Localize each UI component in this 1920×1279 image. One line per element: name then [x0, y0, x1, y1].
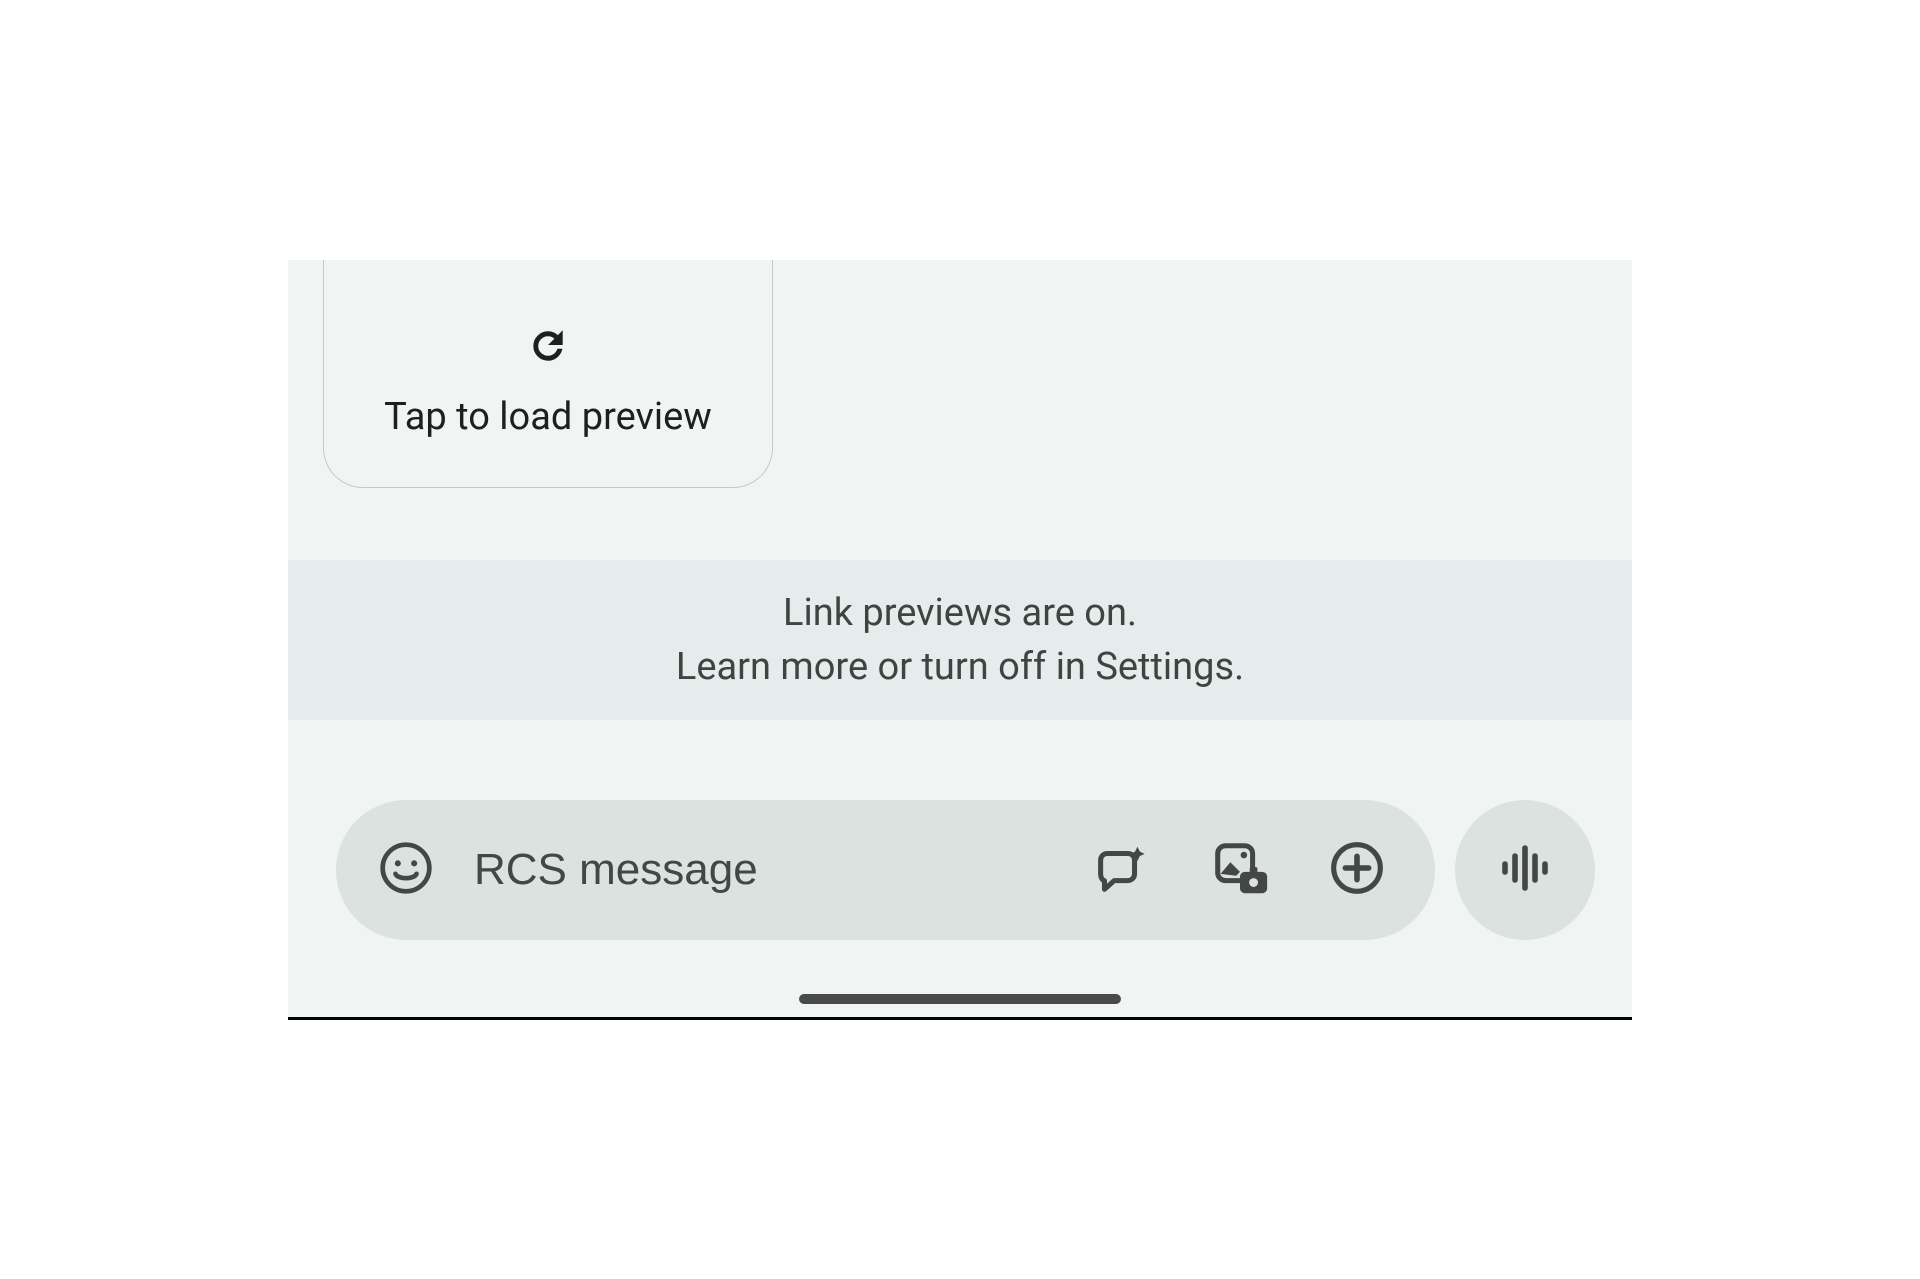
- preview-card-label: Tap to load preview: [384, 395, 712, 439]
- message-input[interactable]: [474, 845, 1049, 895]
- input-actions: [1089, 837, 1393, 903]
- gallery-camera-button[interactable]: [1209, 837, 1271, 903]
- refresh-icon: [527, 325, 569, 367]
- emoji-face-icon: [378, 840, 434, 900]
- banner-line-1: Link previews are on.: [783, 591, 1137, 635]
- emoji-button[interactable]: [378, 840, 434, 900]
- magic-speech-icon: [1089, 837, 1151, 903]
- message-input-pill: [336, 800, 1435, 940]
- link-preview-banner[interactable]: Link previews are on. Learn more or turn…: [288, 560, 1632, 720]
- magic-compose-button[interactable]: [1089, 837, 1151, 903]
- add-attachment-button[interactable]: [1329, 840, 1385, 900]
- navigation-handle[interactable]: [799, 994, 1121, 1004]
- compose-bar: [336, 800, 1584, 940]
- plus-circle-icon: [1329, 840, 1385, 900]
- voice-waveform-icon: [1493, 836, 1557, 904]
- messages-app-screen: Tap to load preview Link previews are on…: [288, 260, 1632, 1020]
- gallery-camera-icon: [1209, 837, 1271, 903]
- banner-line-2: Learn more or turn off in Settings.: [676, 645, 1244, 689]
- link-preview-card[interactable]: Tap to load preview: [323, 260, 773, 488]
- voice-message-button[interactable]: [1455, 800, 1595, 940]
